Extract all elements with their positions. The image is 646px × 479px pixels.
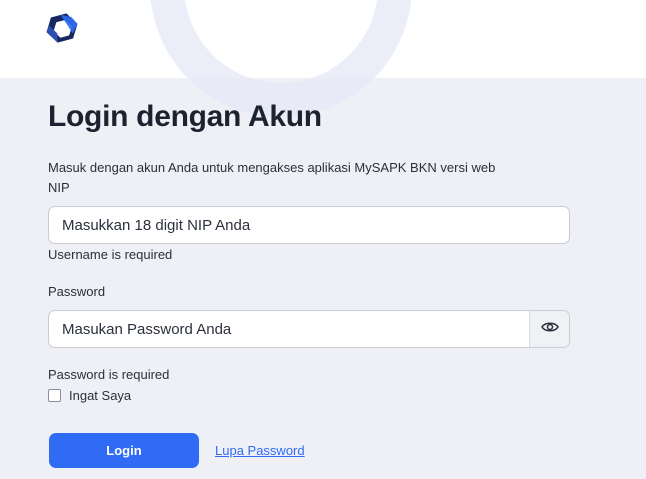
remember-label[interactable]: Ingat Saya [69,388,131,403]
nip-error: Username is required [48,247,173,262]
page-title: Login dengan Akun [48,100,322,133]
password-label: Password [48,284,106,299]
remember-me: Ingat Saya [48,388,131,403]
page-subtitle: Masuk dengan akun Anda untuk mengakses a… [48,160,496,175]
password-input[interactable] [49,311,529,347]
toggle-password-button[interactable] [529,311,569,347]
login-button[interactable]: Login [49,433,199,468]
mysapk-logo-icon[interactable] [44,12,80,48]
forgot-password-link[interactable]: Lupa Password [215,443,305,458]
remember-checkbox[interactable] [48,389,61,402]
eye-icon [540,320,559,338]
nip-input[interactable] [48,206,570,244]
password-field [48,310,570,348]
nip-label: NIP [48,180,70,195]
password-error: Password is required [48,367,170,382]
